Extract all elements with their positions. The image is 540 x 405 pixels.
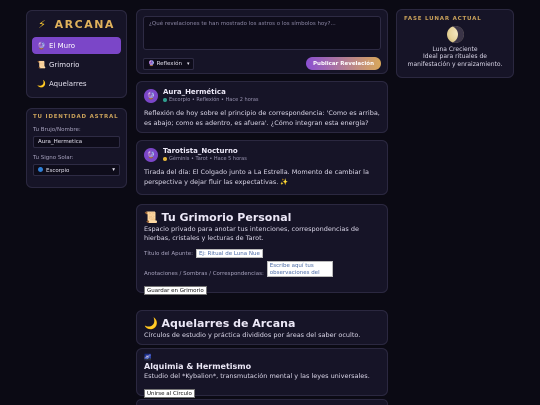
name-input-value: Aura_Hermetica (38, 139, 83, 145)
publish-button[interactable]: Publicar Revelación (306, 57, 381, 70)
sidebar-item-label: El Muro (49, 41, 76, 50)
moon-phase-panel: FASE LUNAR ACTUAL Luna Creciente Ideal p… (396, 9, 514, 78)
astral-identity-panel: TU IDENTIDAD ASTRAL Tu Brujo/Nombre: Aur… (26, 108, 127, 188)
scroll-icon: 📜 (37, 60, 46, 69)
scorpio-icon (38, 166, 43, 172)
name-input[interactable]: Aura_Hermetica (33, 136, 120, 148)
post-meta-text: Escorpio • Reflexión • Hace 2 horas (169, 97, 259, 103)
chevron-down-icon: ▾ (186, 60, 190, 67)
note-title-label: Título del Apunte: (144, 250, 193, 257)
sign-select-value: Escorpio (46, 167, 70, 174)
sidebar-item-label: Aquelarres (49, 79, 87, 88)
notes-label: Anotaciones / Sombras / Correspondencias… (144, 271, 264, 277)
name-label: Tu Brujo/Nombre: (33, 127, 81, 133)
join-circle-label: Unirse al Círculo (147, 391, 192, 397)
notes-textarea[interactable]: Escribe aquí tus observaciones del (266, 261, 333, 277)
sidebar-item-grimorio[interactable]: 📜 Grimorio (32, 56, 121, 73)
zodiac-sign-icon (163, 97, 167, 102)
grimoire-section: 📜 Tu Grimorio Personal Espacio privado p… (136, 204, 388, 295)
avatar[interactable]: 🔮 (144, 147, 158, 162)
post-meta: Géminis • Tarot • Hace 5 horas (163, 156, 247, 162)
covens-title: 🌙 Aquelarres de Arcana (144, 317, 296, 330)
brand-name: ARCANA (54, 18, 115, 31)
save-grimoire-button[interactable]: Guardar en Grimorio (144, 286, 207, 295)
moon-heading: FASE LUNAR ACTUAL (404, 16, 482, 22)
sidebar-item-aquelarres[interactable]: 🌙 Aquelarres (32, 75, 121, 92)
zodiac-sign-icon (163, 156, 167, 161)
post-meta: Escorpio • Reflexión • Hace 2 horas (163, 97, 259, 103)
covens-description: Círculos de estudio y práctica divididos… (144, 331, 361, 339)
coven-card (136, 399, 388, 405)
grimoire-description: Espacio privado para anotar tus intencio… (144, 225, 359, 242)
feed-post: 🔮 Aura_Hermética Escorpio • Reflexión • … (136, 81, 388, 133)
galaxy-icon: 🌌 (144, 354, 152, 361)
post-author[interactable]: Tarotista_Nocturno (163, 147, 247, 155)
note-title-input[interactable]: Ej: Ritual de Luna Nue (195, 249, 263, 258)
notes-placeholder: Escribe aquí tus observaciones del (269, 263, 320, 276)
sidebar-item-label: Grimorio (49, 60, 80, 69)
moon-icon: 🌙 (37, 79, 46, 88)
identity-heading: TU IDENTIDAD ASTRAL (33, 114, 119, 120)
revelation-placeholder: ¿Qué revelaciones te han mostrado los as… (149, 21, 336, 27)
feed-post: 🔮 Tarotista_Nocturno Géminis • Tarot • H… (136, 140, 388, 195)
lightning-icon: ⚡ (38, 18, 48, 31)
sign-select-value-wrap: Escorpio (38, 166, 70, 174)
post-body: Tirada del día: El Colgado junto a La Es… (144, 168, 369, 186)
save-grimoire-label: Guardar en Grimorio (147, 288, 204, 294)
moon-phase-name: Luna Creciente (432, 46, 478, 53)
post-composer: ¿Qué revelaciones te han mostrado los as… (136, 9, 388, 74)
covens-section: 🌙 Aquelarres de Arcana Círculos de estud… (136, 310, 388, 345)
brand-logo: ⚡ ARCANA (32, 18, 121, 31)
join-circle-button[interactable]: Unirse al Círculo (144, 389, 195, 398)
sidebar-item-el-muro[interactable]: 🔮 El Muro (32, 37, 121, 54)
chevron-down-icon: ▾ (112, 167, 115, 173)
coven-card: 🌌 Alquimia & Hermetismo Estudio del *Kyb… (136, 348, 388, 398)
coven-description: Estudio del *Kybalion*, transmutación me… (144, 372, 370, 380)
sign-label: Tu Signo Solar: (33, 155, 74, 161)
sign-select[interactable]: Escorpio ▾ (33, 164, 120, 176)
note-title-placeholder: Ej: Ritual de Luna Nue (198, 250, 260, 257)
avatar[interactable]: 🔮 (144, 88, 158, 103)
post-body: Reflexión de hoy sobre el principio de c… (144, 109, 380, 127)
post-author[interactable]: Aura_Hermética (163, 88, 259, 96)
category-select-value: 🔮 Reflexión (148, 60, 182, 67)
sidebar-nav: ⚡ ARCANA 🔮 El Muro 📜 Grimorio 🌙 Aquelarr… (26, 10, 127, 98)
moon-phase-description: Ideal para rituales de manifestación y e… (407, 53, 503, 68)
post-meta-text: Géminis • Tarot • Hace 5 horas (169, 156, 247, 162)
crystal-ball-icon: 🔮 (37, 41, 46, 50)
grimoire-title: 📜 Tu Grimorio Personal (144, 211, 292, 224)
revelation-textarea[interactable]: ¿Qué revelaciones te han mostrado los as… (143, 16, 381, 50)
publish-button-label: Publicar Revelación (313, 60, 374, 67)
category-select[interactable]: 🔮 Reflexión ▾ (143, 57, 195, 70)
waxing-moon-icon (446, 26, 464, 43)
coven-title: Alquimia & Hermetismo (144, 362, 252, 371)
